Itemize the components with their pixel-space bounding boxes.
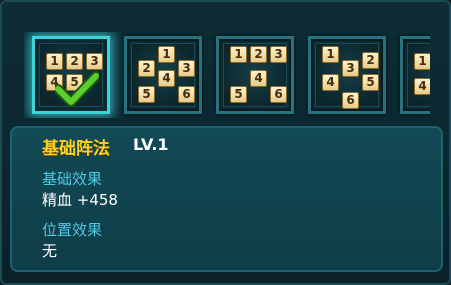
position-tile: 4 — [414, 78, 430, 95]
position-tile: 1 — [230, 46, 247, 63]
position-tile: 5 — [362, 74, 379, 91]
position-tile: 3 — [270, 46, 287, 63]
position-tile: 5 — [230, 86, 247, 103]
formation-board: 1 2 3 4 5 6 — [223, 43, 287, 107]
position-tile: 6 — [270, 86, 287, 103]
position-tile: 4 — [250, 70, 267, 87]
position-tile: 2 — [362, 52, 379, 69]
base-effect-label: 基础效果 — [42, 170, 103, 188]
formation-window: 1 2 3 4 5 1 2 3 4 5 6 1 2 3 4 5 6 1 2 3 … — [0, 0, 451, 285]
position-tile: 5 — [138, 86, 155, 103]
position-tile: 2 — [138, 60, 155, 77]
position-tile: 3 — [86, 53, 103, 70]
position-effect-value: 无 — [42, 242, 58, 260]
position-tile: 1 — [322, 46, 339, 63]
position-effect-label: 位置效果 — [42, 221, 103, 239]
position-tile: 4 — [158, 70, 175, 87]
formation-slot-3[interactable]: 1 2 3 4 5 6 — [216, 36, 294, 114]
position-tile: 4 — [322, 74, 339, 91]
checkmark-icon — [55, 71, 99, 107]
formation-selector: 1 2 3 4 5 1 2 3 4 5 6 1 2 3 4 5 6 1 2 3 … — [24, 32, 430, 118]
formation-slot-1[interactable]: 1 2 3 4 5 — [32, 36, 110, 114]
formation-info-panel: 基础阵法 LV.1 基础效果 精血 +458 位置效果 无 — [10, 126, 443, 272]
position-tile: 6 — [178, 86, 195, 103]
formation-level: LV.1 — [133, 135, 169, 154]
position-tile: 6 — [342, 92, 359, 109]
position-tile: 3 — [178, 60, 195, 77]
position-tile: 2 — [66, 53, 83, 70]
formation-name: 基础阵法 — [42, 139, 110, 159]
position-tile: 1 — [158, 46, 175, 63]
position-tile: 2 — [250, 46, 267, 63]
base-effect-value: 精血 +458 — [42, 191, 118, 209]
formation-board: 1 2 3 4 5 6 — [131, 43, 195, 107]
formation-slot-4[interactable]: 1 2 3 4 5 6 — [308, 36, 386, 114]
formation-board: 1 4 — [407, 43, 430, 107]
position-tile: 1 — [46, 53, 63, 70]
position-tile: 3 — [342, 60, 359, 77]
formation-board: 1 2 3 4 5 6 — [315, 43, 379, 109]
formation-slot-5[interactable]: 1 4 — [400, 36, 430, 114]
formation-slot-2[interactable]: 1 2 3 4 5 6 — [124, 36, 202, 114]
position-tile: 1 — [414, 53, 430, 70]
